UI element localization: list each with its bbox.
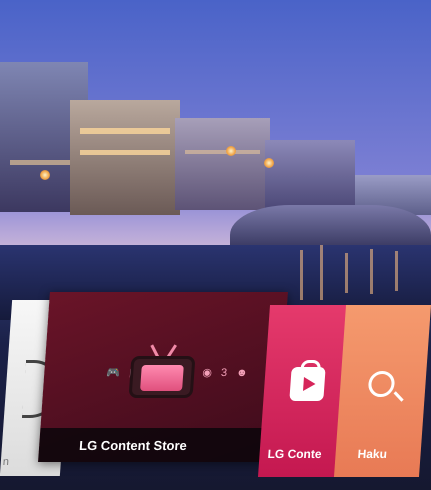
tile-label: Haku (357, 447, 388, 461)
building (175, 118, 270, 210)
window-lights (185, 150, 260, 154)
shopping-bag-play-icon (289, 367, 326, 401)
launcher-tile-search[interactable]: Haku (333, 305, 431, 477)
light-reflection (320, 245, 323, 300)
light-reflection (300, 250, 303, 300)
light-reflection (395, 251, 398, 291)
street-lamp (226, 146, 236, 156)
tile-label: n (2, 456, 10, 468)
tile-label: LG Conte (267, 447, 323, 461)
bridge (230, 205, 431, 245)
window-lights (80, 150, 170, 155)
light-reflection (345, 253, 348, 293)
light-reflection (370, 249, 373, 294)
building (265, 140, 355, 210)
retro-tv-icon (128, 344, 197, 398)
window-lights (80, 128, 170, 134)
window-lights (10, 160, 70, 165)
tile-caption-bar: LG Content Store (38, 428, 279, 462)
launcher-tile-lg-content-store-focused[interactable]: 🎮 ▣ ◉ 3 ☻ LG Content Store (38, 292, 288, 462)
content-glyphs: ◉ 3 ☻ (201, 367, 252, 379)
building (70, 100, 180, 215)
tile-label: LG Content Store (78, 438, 188, 453)
street-lamp (264, 158, 274, 168)
search-icon (367, 371, 396, 397)
street-lamp (40, 170, 50, 180)
